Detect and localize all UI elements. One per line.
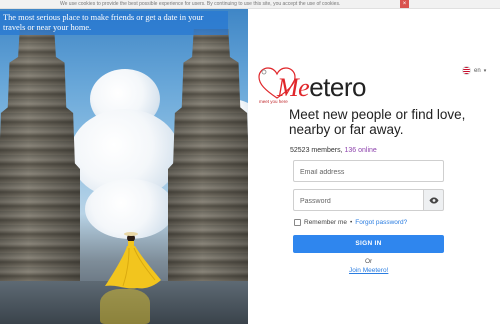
logo[interactable]: Meetero meet you here	[257, 66, 377, 106]
forgot-password-link[interactable]: Forgot password?	[355, 219, 407, 226]
temple-gate-right	[168, 29, 248, 309]
cookie-banner: We use cookies to provide the best possi…	[0, 0, 500, 9]
member-stats: 52523 members, 136 online	[290, 147, 377, 154]
hero-caption: The most serious place to make friends o…	[0, 11, 228, 35]
separator: •	[349, 219, 353, 226]
password-field-wrapper	[293, 189, 424, 212]
show-password-button[interactable]	[424, 189, 444, 211]
remember-label[interactable]: Remember me	[304, 219, 347, 226]
language-code: en	[474, 67, 481, 74]
email-field-wrapper	[293, 160, 444, 183]
online-count: 136 online	[344, 147, 377, 154]
temple-gate-left	[0, 29, 80, 309]
remember-checkbox[interactable]	[294, 219, 301, 226]
remember-row: Remember me • Forgot password?	[294, 219, 407, 226]
member-count: 52523 members,	[290, 147, 343, 154]
cookie-close-button[interactable]: ×	[400, 0, 409, 8]
woman-yellow-dress	[105, 232, 161, 289]
logo-accent: e	[298, 73, 310, 102]
or-divider: Or	[365, 258, 373, 265]
language-selector[interactable]: en ▾	[462, 66, 486, 75]
eye-icon	[429, 197, 438, 203]
sign-in-button[interactable]: SIGN IN	[293, 235, 444, 253]
hero-image: The most serious place to make friends o…	[0, 9, 248, 324]
logo-suffix: etero	[309, 72, 366, 102]
hero-caption-text: The most serious place to make friends o…	[3, 13, 204, 32]
logo-wordmark: Meetero	[277, 72, 366, 103]
chevron-down-icon: ▾	[483, 67, 487, 74]
cookie-text: We use cookies to provide the best possi…	[60, 1, 341, 7]
logo-tagline: meet you here	[259, 99, 288, 104]
page-headline: Meet new people or find love, nearby or …	[289, 107, 466, 137]
password-field[interactable]	[294, 191, 423, 212]
join-link[interactable]: Join Meetero!	[349, 267, 388, 274]
logo-prefix: M	[277, 73, 299, 102]
us-flag-icon	[462, 66, 471, 75]
email-field[interactable]	[294, 162, 443, 183]
